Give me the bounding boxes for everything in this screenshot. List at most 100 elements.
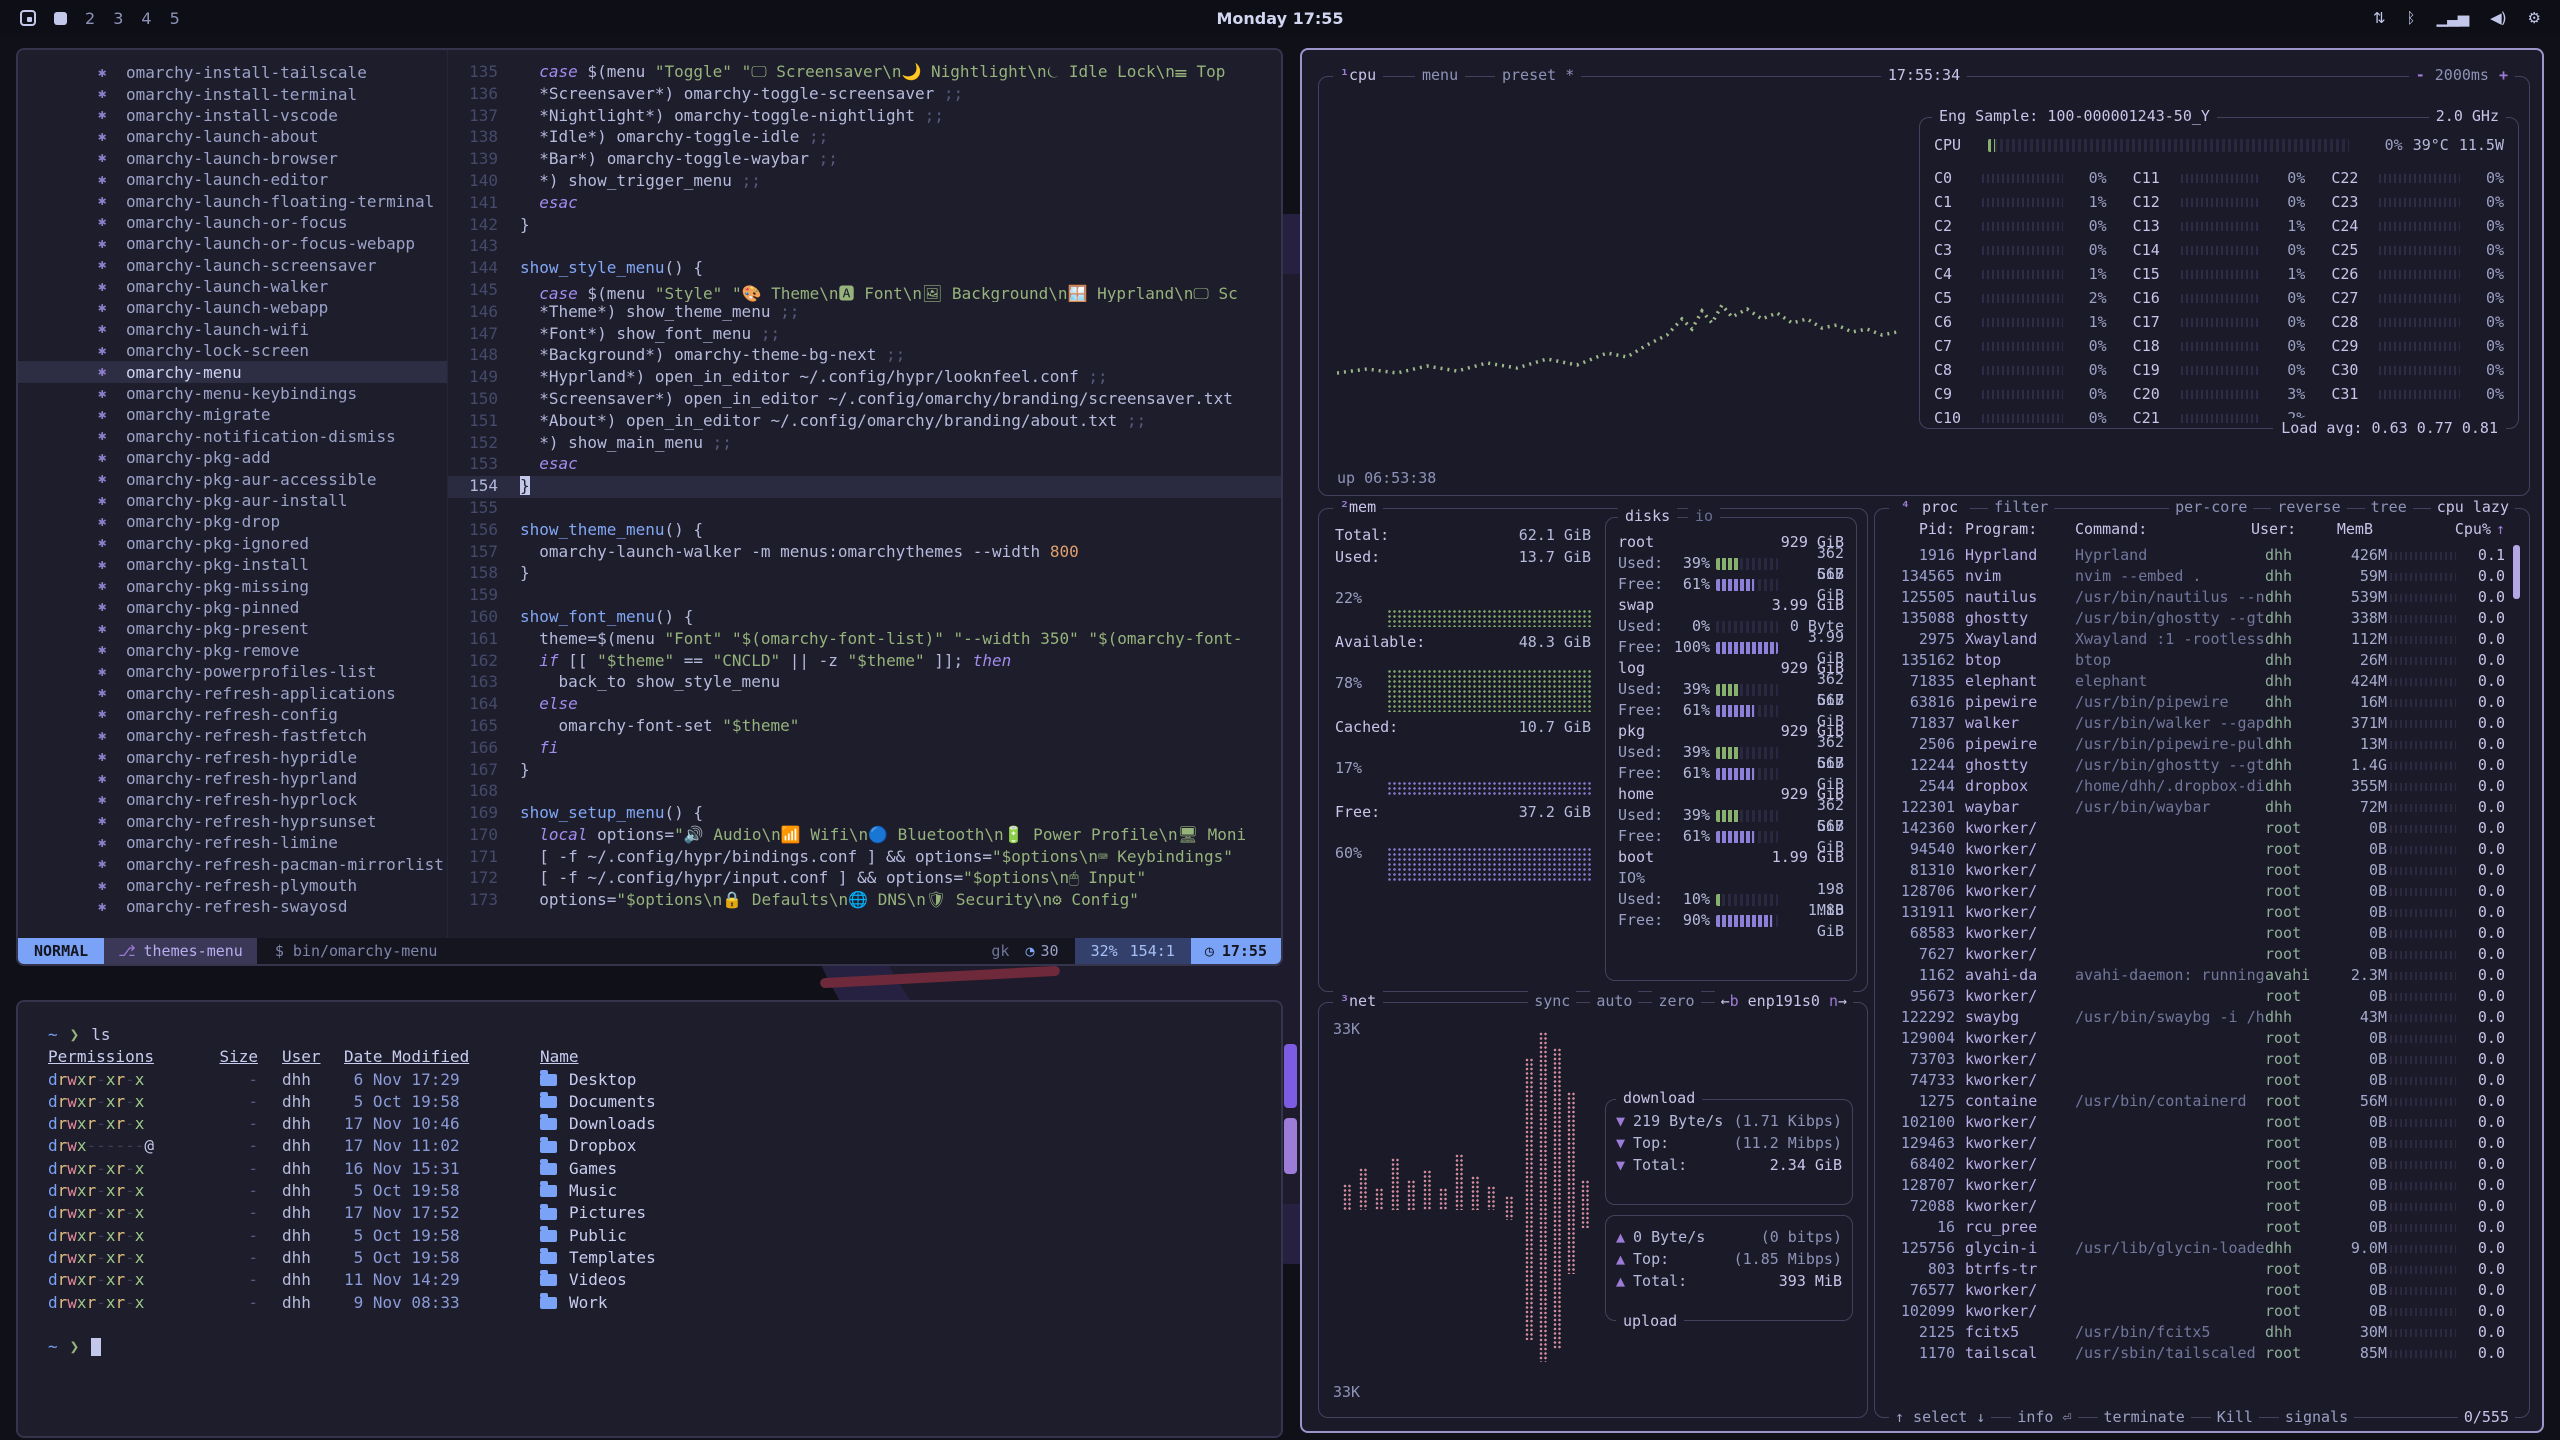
disks-tab[interactable]: disks <box>1618 506 1677 527</box>
git-branch[interactable]: ⎇themes-menu <box>104 938 257 964</box>
file-item[interactable]: ✱omarchy-pkg-missing <box>18 575 447 596</box>
footer-action[interactable]: terminate <box>2098 1407 2191 1428</box>
file-item[interactable]: ✱omarchy-launch-wifi <box>18 319 447 340</box>
workspace-5[interactable]: 5 <box>170 9 180 28</box>
process-row[interactable]: 63816pipewire/usr/bin/pipewiredhh16M0.0 <box>1887 692 2505 713</box>
file-item[interactable]: ✱omarchy-pkg-ignored <box>18 533 447 554</box>
file-item[interactable]: ✱omarchy-notification-dismiss <box>18 426 447 447</box>
file-item[interactable]: ✱omarchy-launch-floating-terminal <box>18 190 447 211</box>
process-row[interactable]: 68402kworker/root0B0.0 <box>1887 1154 2505 1175</box>
net-interface[interactable]: ←b enp191s0 n→ <box>1715 991 1853 1012</box>
process-row[interactable]: 71835elephantelephantdhh424M0.0 <box>1887 671 2505 692</box>
file-item[interactable]: ✱omarchy-launch-screensaver <box>18 255 447 276</box>
proc-tree-toggle[interactable]: tree <box>2365 497 2413 518</box>
process-row[interactable]: 2125fcitx5/usr/bin/fcitx5dhh30M0.0 <box>1887 1322 2505 1343</box>
net-tab-zero[interactable]: zero <box>1652 991 1700 1012</box>
workspace-4[interactable]: 4 <box>141 9 151 28</box>
process-row[interactable]: 131911kworker/root0B0.0 <box>1887 902 2505 923</box>
process-row[interactable]: 1916HyprlandHyprlanddhh426M0.1 <box>1887 545 2505 566</box>
process-row[interactable]: 2544dropbox/home/dhh/.dropbox-distdhh355… <box>1887 776 2505 797</box>
process-row[interactable]: 7627kworker/root0B0.0 <box>1887 944 2505 965</box>
process-row[interactable]: 68583kworker/root0B0.0 <box>1887 923 2505 944</box>
file-item[interactable]: ✱omarchy-pkg-aur-accessible <box>18 468 447 489</box>
file-item[interactable]: ✱omarchy-install-tailscale <box>18 62 447 83</box>
process-row[interactable]: 135162btopbtopdhh26M0.0 <box>1887 650 2505 671</box>
process-row[interactable]: 102100kworker/root0B0.0 <box>1887 1112 2505 1133</box>
process-row[interactable]: 128707kworker/root0B0.0 <box>1887 1175 2505 1196</box>
process-row[interactable]: 803btrfs-trroot0B0.0 <box>1887 1259 2505 1280</box>
file-item[interactable]: ✱omarchy-refresh-swayosd <box>18 896 447 917</box>
file-item[interactable]: ✱omarchy-menu-keybindings <box>18 383 447 404</box>
io-tab[interactable]: io <box>1688 506 1720 527</box>
file-item[interactable]: ✱omarchy-refresh-fastfetch <box>18 725 447 746</box>
file-item[interactable]: ✱omarchy-launch-or-focus <box>18 212 447 233</box>
prompt-line-2[interactable]: ~ ❯ <box>48 1336 1251 1358</box>
process-row[interactable]: 16rcu_preeroot0B0.0 <box>1887 1217 2505 1238</box>
process-row[interactable]: 1275containe/usr/bin/containerdroot56M0.… <box>1887 1091 2505 1112</box>
file-item[interactable]: ✱omarchy-pkg-install <box>18 554 447 575</box>
file-item[interactable]: ✱omarchy-powerprofiles-list <box>18 661 447 682</box>
process-row[interactable]: 76577kworker/root0B0.0 <box>1887 1280 2505 1301</box>
proc-sort-selector[interactable]: cpu lazy <box>2431 497 2515 518</box>
file-item[interactable]: ✱omarchy-pkg-present <box>18 618 447 639</box>
code-lines[interactable]: 135 case $(menu "Toggle" "🖵 Screensaver\… <box>448 50 1281 938</box>
process-row[interactable]: 122301waybar/usr/bin/waybardhh72M0.0 <box>1887 797 2505 818</box>
file-item[interactable]: ✱omarchy-refresh-config <box>18 704 447 725</box>
process-row[interactable]: 142360kworker/root0B0.0 <box>1887 818 2505 839</box>
proc-filter-button[interactable]: filter <box>1988 497 2054 518</box>
process-row[interactable]: 122292swaybg/usr/bin/swaybg -i /homdhh43… <box>1887 1007 2505 1028</box>
process-row[interactable]: 95673kworker/root0B0.0 <box>1887 986 2505 1007</box>
file-item[interactable]: ✱omarchy-launch-webapp <box>18 297 447 318</box>
file-item[interactable]: ✱omarchy-refresh-hypridle <box>18 747 447 768</box>
workspace-occupied-icon[interactable] <box>54 12 67 25</box>
interval-decrease-button[interactable]: - <box>2416 65 2425 86</box>
proc-reverse-toggle[interactable]: reverse <box>2271 497 2346 518</box>
file-item[interactable]: ✱omarchy-launch-or-focus-webapp <box>18 233 447 254</box>
process-row[interactable]: 2506pipewire/usr/bin/pipewire-pulsedhh13… <box>1887 734 2505 755</box>
cpu-box-title[interactable]: ¹cpu <box>1333 65 1383 86</box>
file-item[interactable]: ✱omarchy-refresh-hyprland <box>18 768 447 789</box>
process-row[interactable]: 81310kworker/root0B0.0 <box>1887 860 2505 881</box>
process-row[interactable]: 72088kworker/root0B0.0 <box>1887 1196 2505 1217</box>
workspace-3[interactable]: 3 <box>113 9 123 28</box>
process-row[interactable]: 102099kworker/root0B0.0 <box>1887 1301 2505 1322</box>
process-row[interactable]: 125756glycin-i/usr/lib/glycin-loadersdhh… <box>1887 1238 2505 1259</box>
process-row[interactable]: 94540kworker/root0B0.0 <box>1887 839 2505 860</box>
gear-icon[interactable]: ⚙ <box>2528 9 2540 27</box>
proc-percore-toggle[interactable]: per-core <box>2169 497 2253 518</box>
btop-menu-button[interactable]: menu <box>1415 65 1465 86</box>
file-item[interactable]: ✱omarchy-launch-browser <box>18 148 447 169</box>
volume-icon[interactable]: ◀) <box>2490 9 2505 27</box>
terminal-window[interactable]: ~ ❯ ls Permissions Size User Date Modifi… <box>16 1000 1283 1438</box>
interval-increase-button[interactable]: + <box>2499 65 2508 86</box>
process-row[interactable]: 134565nvimnvim --embed .dhh59M0.0 <box>1887 566 2505 587</box>
file-item[interactable]: ✱omarchy-launch-about <box>18 126 447 147</box>
file-item[interactable]: ✱omarchy-refresh-hyprsunset <box>18 811 447 832</box>
update-arrows-icon[interactable]: ⇅ <box>2373 9 2385 27</box>
file-item[interactable]: ✱omarchy-install-vscode <box>18 105 447 126</box>
process-row[interactable]: 73703kworker/root0B0.0 <box>1887 1049 2505 1070</box>
file-item[interactable]: ✱omarchy-refresh-plymouth <box>18 875 447 896</box>
proc-scrollbar-thumb[interactable] <box>2513 545 2520 599</box>
file-item[interactable]: ✱omarchy-install-terminal <box>18 83 447 104</box>
process-row[interactable]: 2975XwaylandXwayland :1 -rootless -dhh11… <box>1887 629 2505 650</box>
btop-preset-button[interactable]: preset * <box>1495 65 1581 86</box>
process-row[interactable]: 71837walker/usr/bin/walker --gappldhh371… <box>1887 713 2505 734</box>
process-row[interactable]: 12244ghostty/usr/bin/ghostty --gtk-dhh1.… <box>1887 755 2505 776</box>
proc-box-title[interactable]: ⁴proc <box>1889 497 1970 518</box>
workspace-active-icon[interactable] <box>20 10 36 26</box>
file-item[interactable]: ✱omarchy-migrate <box>18 404 447 425</box>
workspace-2[interactable]: 2 <box>85 9 95 28</box>
footer-action[interactable]: signals <box>2279 1407 2354 1428</box>
net-box-title[interactable]: ³net <box>1333 991 1383 1012</box>
file-item[interactable]: ✱omarchy-refresh-hyprlock <box>18 789 447 810</box>
file-item[interactable]: ✱omarchy-refresh-pacman-mirrorlist <box>18 853 447 874</box>
process-row[interactable]: 129004kworker/root0B0.0 <box>1887 1028 2505 1049</box>
process-row[interactable]: 128706kworker/root0B0.0 <box>1887 881 2505 902</box>
bluetooth-icon[interactable]: ᛒ <box>2407 9 2415 27</box>
file-item[interactable]: ✱omarchy-pkg-pinned <box>18 597 447 618</box>
file-item[interactable]: ✱omarchy-launch-walker <box>18 276 447 297</box>
net-tab-sync[interactable]: sync <box>1528 991 1576 1012</box>
net-tab-auto[interactable]: auto <box>1590 991 1638 1012</box>
file-item[interactable]: ✱omarchy-refresh-limine <box>18 832 447 853</box>
